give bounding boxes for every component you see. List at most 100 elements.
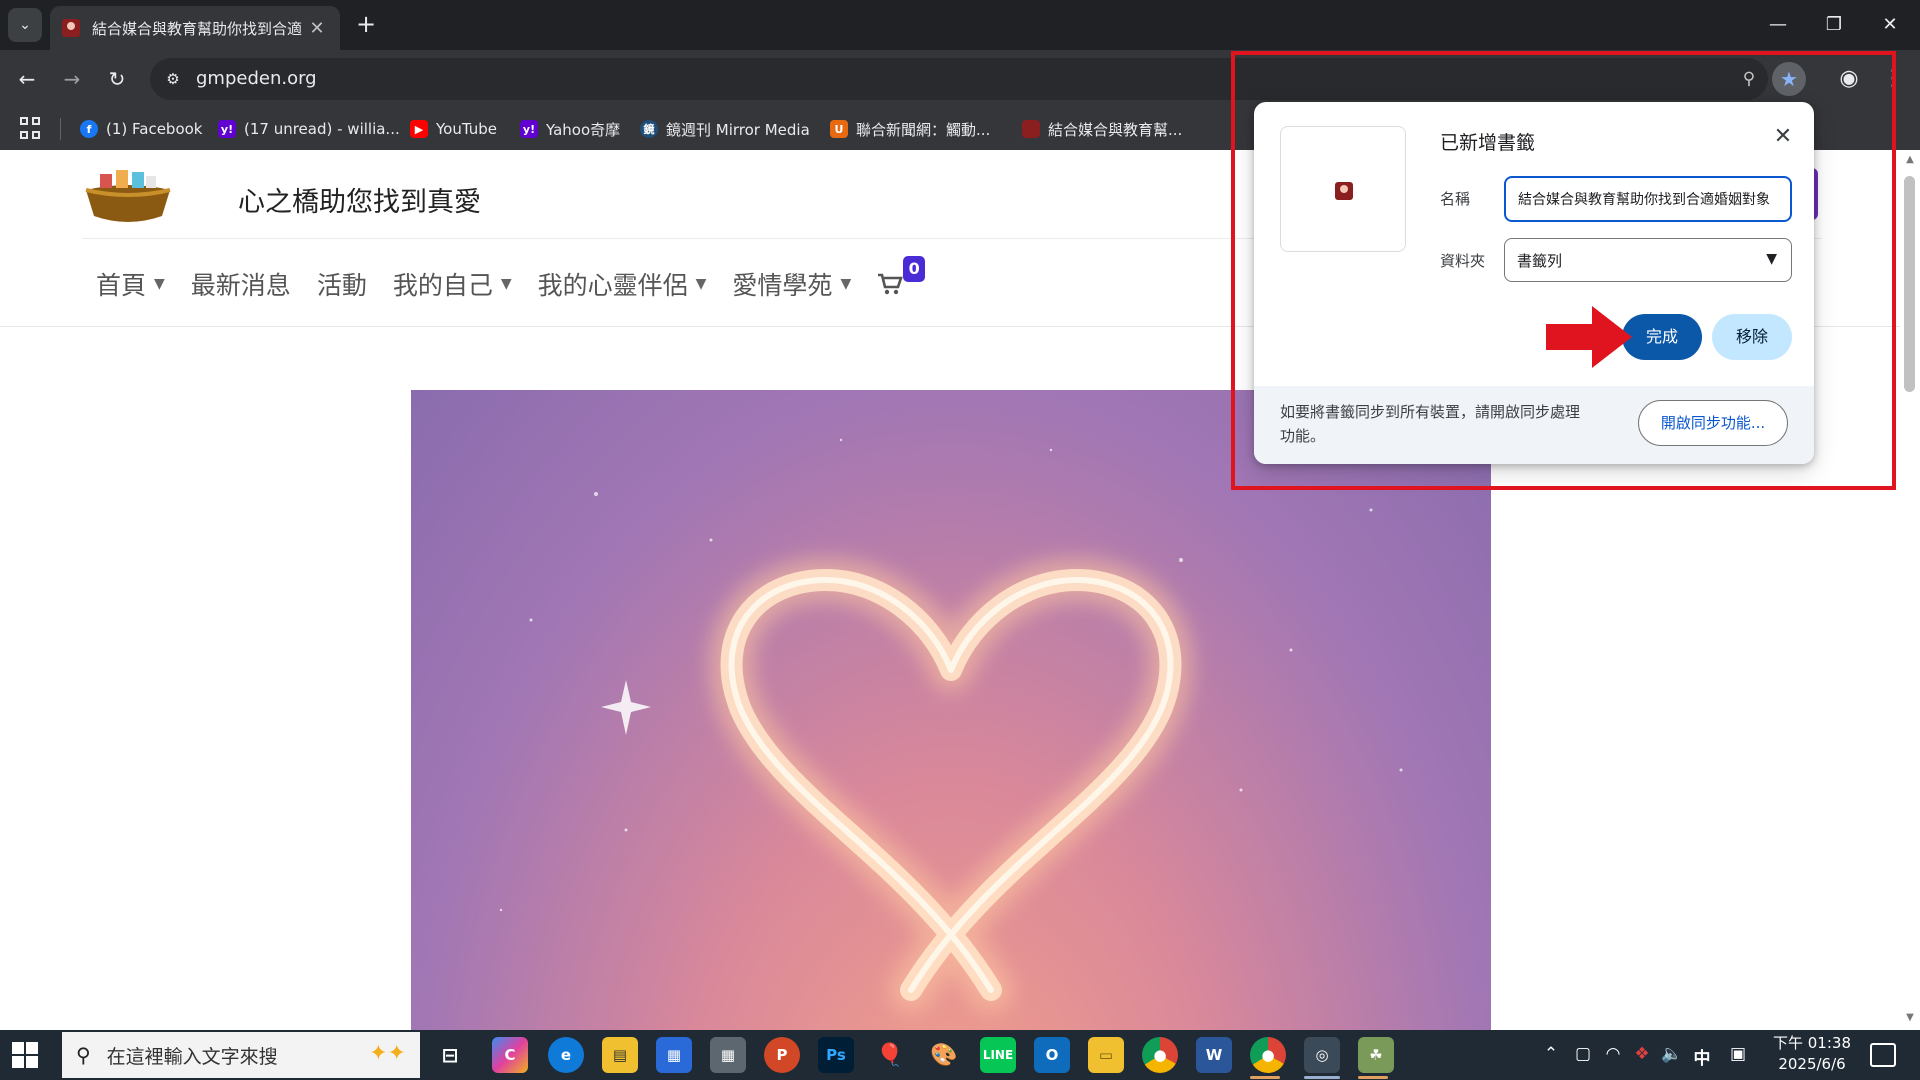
back-button[interactable]: ← xyxy=(10,62,44,96)
bookmark-mirror-media[interactable]: 鏡 鏡週刊 Mirror Media xyxy=(640,116,810,142)
menu-label: 最新消息 xyxy=(190,271,291,300)
notification-app-icon[interactable]: ❖ xyxy=(1630,1044,1654,1066)
powerpoint-icon[interactable]: P xyxy=(764,1037,800,1073)
site-title[interactable]: 心之橋助您找到真愛 xyxy=(238,180,481,219)
chrome-profile-icon[interactable]: ● xyxy=(1250,1037,1286,1073)
windows-start-icon[interactable] xyxy=(12,1042,38,1068)
notification-center-icon[interactable] xyxy=(1870,1043,1896,1067)
search-placeholder: 在這裡輸入文字來搜 xyxy=(106,1045,278,1068)
window-close-button[interactable]: ✕ xyxy=(1870,8,1910,42)
line-icon[interactable]: LINE xyxy=(980,1037,1016,1073)
bookmark-label: 結合媒合與教育幫... xyxy=(1048,120,1183,139)
bookmark-udn[interactable]: U 聯合新聞網：觸動... xyxy=(830,116,990,142)
tab-strip: ⌄ 結合媒合與教育幫助你找到合適 ✕ + — ❐ ✕ xyxy=(0,0,1920,50)
bookmarks-separator xyxy=(60,118,61,140)
menu-item-soulmate[interactable]: 我的心靈伴侶 ▼ xyxy=(538,266,707,302)
sparkle-icon: ✦✦ xyxy=(369,1041,406,1066)
bookmark-label: 聯合新聞網：觸動... xyxy=(856,120,991,139)
taskbar-search-box[interactable]: ⚲ 在這裡輸入文字來搜 ✦✦ xyxy=(62,1032,420,1078)
bookmark-yahoo[interactable]: y! Yahoo奇摩 xyxy=(520,116,620,142)
search-icon: ⚲ xyxy=(76,1043,91,1067)
bookmark-yahoo-mail[interactable]: y! (17 unread) - willia... xyxy=(218,116,400,142)
taskbar-clock[interactable]: 下午 01:38 2025/6/6 xyxy=(1762,1033,1862,1075)
bookmark-label: Yahoo奇摩 xyxy=(546,120,621,139)
yahoo-mail-icon: y! xyxy=(218,120,236,138)
active-indicator xyxy=(1304,1076,1340,1079)
running-indicator xyxy=(1358,1076,1388,1079)
yahoo-icon: y! xyxy=(520,120,538,138)
url-text: gmpeden.org xyxy=(196,68,317,89)
task-view-icon[interactable]: ⊟ xyxy=(432,1037,468,1073)
wifi-icon[interactable]: ◠ xyxy=(1602,1044,1624,1066)
menu-item-news[interactable]: 最新消息 xyxy=(191,266,291,302)
menu-item-home[interactable]: 首頁 ▼ xyxy=(96,266,165,302)
tab-title: 結合媒合與教育幫助你找到合適 xyxy=(92,19,303,38)
cart-count-badge: 0 xyxy=(903,256,926,282)
forward-button[interactable]: → xyxy=(55,62,89,96)
bookmark-youtube[interactable]: ▶ YouTube xyxy=(410,116,497,142)
clock-time: 下午 01:38 xyxy=(1773,1034,1851,1052)
word-icon[interactable]: W xyxy=(1196,1037,1232,1073)
menu-item-myself[interactable]: 我的自己 ▼ xyxy=(393,266,512,302)
cart-button[interactable]: 0 xyxy=(877,256,926,296)
file-explorer-icon[interactable]: ▭ xyxy=(1088,1037,1124,1073)
edge-icon[interactable]: e xyxy=(548,1037,584,1073)
bookmark-gmpeden[interactable]: 結合媒合與教育幫... xyxy=(1022,116,1182,142)
bookmark-label: (1) Facebook xyxy=(106,120,203,138)
bookmark-label: (17 unread) - willia... xyxy=(244,120,400,138)
tab-search-button[interactable]: ⌄ xyxy=(8,8,42,42)
menu-item-events[interactable]: 活動 xyxy=(317,266,367,302)
chevron-down-icon: ⌄ xyxy=(19,17,31,33)
tray-expand-icon[interactable]: ⌃ xyxy=(1540,1044,1562,1066)
clock-date: 2025/6/6 xyxy=(1778,1055,1846,1073)
windows-taskbar: ⚲ 在這裡輸入文字來搜 ✦✦ ⊟ C e ▤ ▦ ▦ P Ps 🎈 🎨 LINE… xyxy=(0,1030,1920,1080)
copilot-icon[interactable]: C xyxy=(492,1037,528,1073)
facebook-icon: f xyxy=(80,120,98,138)
page-scrollbar[interactable]: ▲ ▼ xyxy=(1900,150,1920,1030)
menu-label: 活動 xyxy=(316,271,367,300)
caret-down-icon: ▼ xyxy=(695,276,707,292)
menu-label: 首頁 xyxy=(96,271,147,300)
chrome-active-icon[interactable]: ◎ xyxy=(1304,1037,1340,1073)
ime-mode-icon[interactable]: ▣ xyxy=(1726,1044,1750,1066)
highlight-frame xyxy=(1231,51,1896,490)
restore-button[interactable]: ❐ xyxy=(1814,8,1854,42)
caret-down-icon: ▼ xyxy=(840,276,852,292)
new-tab-button[interactable]: + xyxy=(352,10,380,38)
file-icon[interactable]: ▤ xyxy=(602,1037,638,1073)
outlook-icon[interactable]: O xyxy=(1034,1037,1070,1073)
main-menu: 首頁 ▼ 最新消息 活動 我的自己 ▼ 我的心靈伴侶 ▼ 愛情學苑 ▼ 0 xyxy=(96,256,926,302)
bookmark-facebook[interactable]: f (1) Facebook xyxy=(80,116,203,142)
photoshop-icon[interactable]: Ps xyxy=(818,1037,854,1073)
menu-label: 我的自己 xyxy=(392,271,493,300)
udn-icon: U xyxy=(830,120,848,138)
tab-active[interactable]: 結合媒合與教育幫助你找到合適 ✕ xyxy=(50,6,340,50)
site-logo-icon[interactable] xyxy=(82,160,174,226)
site-favicon-icon xyxy=(1022,120,1040,138)
paint-icon[interactable]: 🎨 xyxy=(926,1037,962,1073)
running-indicator xyxy=(1250,1076,1280,1079)
bookmark-label: YouTube xyxy=(436,120,497,138)
ime-indicator[interactable]: 中 xyxy=(1690,1044,1714,1069)
caret-down-icon: ▼ xyxy=(154,276,165,292)
scrollbar-thumb[interactable] xyxy=(1904,176,1915,392)
bookmark-label: 鏡週刊 Mirror Media xyxy=(666,120,810,139)
minimize-button[interactable]: — xyxy=(1758,8,1798,42)
site-info-icon[interactable]: ⚙ xyxy=(162,68,184,90)
volume-icon[interactable]: 🔈 xyxy=(1660,1044,1684,1066)
scroll-up-icon[interactable]: ▲ xyxy=(1903,154,1917,168)
reload-button[interactable]: ↻ xyxy=(100,62,134,96)
shopping-cart-icon xyxy=(878,273,904,295)
game-app-icon[interactable]: ☘ xyxy=(1358,1037,1394,1073)
chrome-icon[interactable]: ● xyxy=(1142,1037,1178,1073)
store-icon[interactable]: ▦ xyxy=(656,1037,692,1073)
caret-down-icon: ▼ xyxy=(500,276,512,292)
calculator-icon[interactable]: ▦ xyxy=(710,1037,746,1073)
balloon-app-icon[interactable]: 🎈 xyxy=(872,1037,908,1073)
menu-item-love-academy[interactable]: 愛情學苑 ▼ xyxy=(732,266,851,302)
site-favicon-icon xyxy=(62,19,80,37)
tab-close-icon[interactable]: ✕ xyxy=(306,18,328,39)
scroll-down-icon[interactable]: ▼ xyxy=(1903,1012,1917,1026)
meet-icon[interactable]: ▢ xyxy=(1572,1044,1594,1066)
apps-grid-icon[interactable] xyxy=(20,117,44,141)
